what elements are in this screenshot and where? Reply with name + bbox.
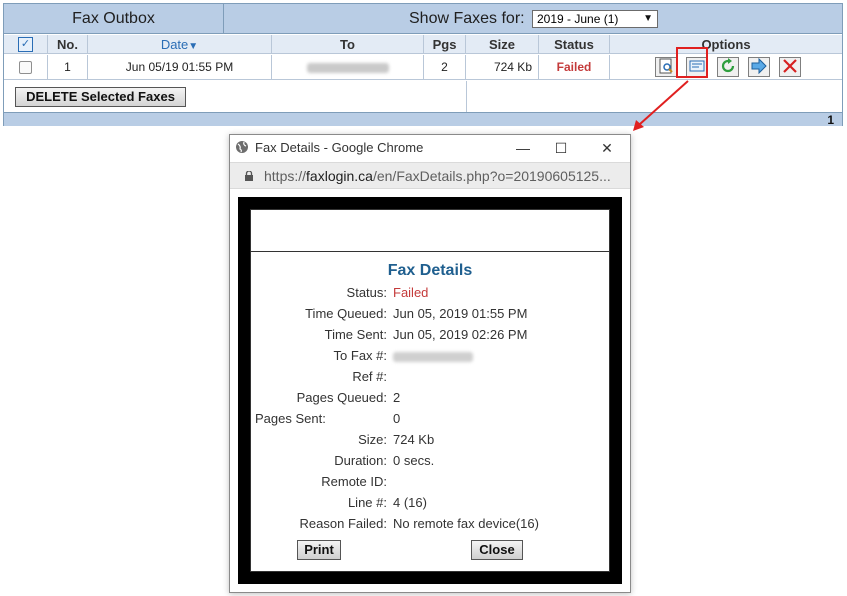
address-bar[interactable]: https://faxlogin.ca/en/FaxDetails.php?o=… <box>230 162 630 189</box>
time-queued-label: Time Queued: <box>305 306 387 321</box>
detail-pages-sent: Pages Sent: 0 <box>251 409 609 429</box>
close-button[interactable]: Close <box>471 540 523 560</box>
maximize-button[interactable]: ☐ <box>540 135 582 161</box>
status-value: Failed <box>393 285 429 300</box>
detail-status: Status: Failed <box>251 283 609 303</box>
status-label: Status: <box>346 285 387 300</box>
duration-value: 0 secs. <box>393 453 435 468</box>
redacted-fax-number <box>393 351 473 362</box>
pages-queued-label: Pages Queued: <box>296 390 387 405</box>
reason-failed-value: No remote fax device(16) <box>393 516 539 531</box>
detail-ref: Ref #: <box>251 367 609 387</box>
detail-size: Size: 724 Kb <box>251 430 609 450</box>
url-prefix: https:// <box>264 168 307 184</box>
size-value: 724 Kb <box>393 432 435 447</box>
window-titlebar[interactable]: Fax Details - Google Chrome — ☐ ✕ <box>230 135 630 161</box>
lock-icon <box>245 171 253 181</box>
detail-reason-failed: Reason Failed: No remote fax device(16) <box>251 514 609 534</box>
minimize-button[interactable]: — <box>502 135 544 161</box>
detail-to-fax: To Fax #: <box>251 346 609 366</box>
pages-queued-value: 2 <box>393 390 401 405</box>
url-domain: faxlogin.ca <box>306 168 373 184</box>
fax-details-header-area <box>251 210 609 252</box>
time-sent-label: Time Sent: <box>324 327 387 342</box>
remote-id-label: Remote ID: <box>321 474 387 489</box>
print-button[interactable]: Print <box>297 540 341 560</box>
detail-pages-queued: Pages Queued: 2 <box>251 388 609 408</box>
minimize-icon: — <box>516 140 530 156</box>
detail-time-sent: Time Sent: Jun 05, 2019 02:26 PM <box>251 325 609 345</box>
to-fax-label: To Fax #: <box>333 348 387 363</box>
detail-time-queued: Time Queued: Jun 05, 2019 01:55 PM <box>251 304 609 324</box>
reason-failed-label: Reason Failed: <box>299 516 387 531</box>
close-window-button[interactable]: ✕ <box>586 135 628 161</box>
maximize-icon: ☐ <box>554 140 568 156</box>
time-queued-value: Jun 05, 2019 01:55 PM <box>393 306 528 321</box>
close-icon: ✕ <box>601 140 613 156</box>
fax-details-window: Fax Details - Google Chrome — ☐ ✕ https:… <box>229 134 631 593</box>
ref-label: Ref #: <box>352 369 387 384</box>
detail-duration: Duration: 0 secs. <box>251 451 609 471</box>
size-label: Size: <box>358 432 387 447</box>
detail-line: Line #: 4 (16) <box>251 493 609 513</box>
fax-details-heading: Fax Details <box>387 262 473 279</box>
url-path: /en/FaxDetails.php?o=20190605125... <box>372 168 611 184</box>
line-label: Line #: <box>347 495 387 510</box>
window-title: Fax Details - Google Chrome <box>255 140 424 155</box>
globe-icon <box>236 141 248 153</box>
pages-sent-value: 0 <box>393 411 401 426</box>
detail-remote-id: Remote ID: <box>251 472 609 492</box>
fax-details-frame: Fax Details Status: Failed Time Queued: … <box>238 197 622 584</box>
fax-details-content: Fax Details Status: Failed Time Queued: … <box>250 209 610 572</box>
pages-sent-label: Pages Sent: <box>255 411 326 426</box>
time-sent-value: Jun 05, 2019 02:26 PM <box>393 327 528 342</box>
line-value: 4 (16) <box>393 495 427 510</box>
duration-label: Duration: <box>334 453 387 468</box>
url-text: https://faxlogin.ca/en/FaxDetails.php?o=… <box>264 163 622 189</box>
to-fax-value <box>393 346 473 366</box>
